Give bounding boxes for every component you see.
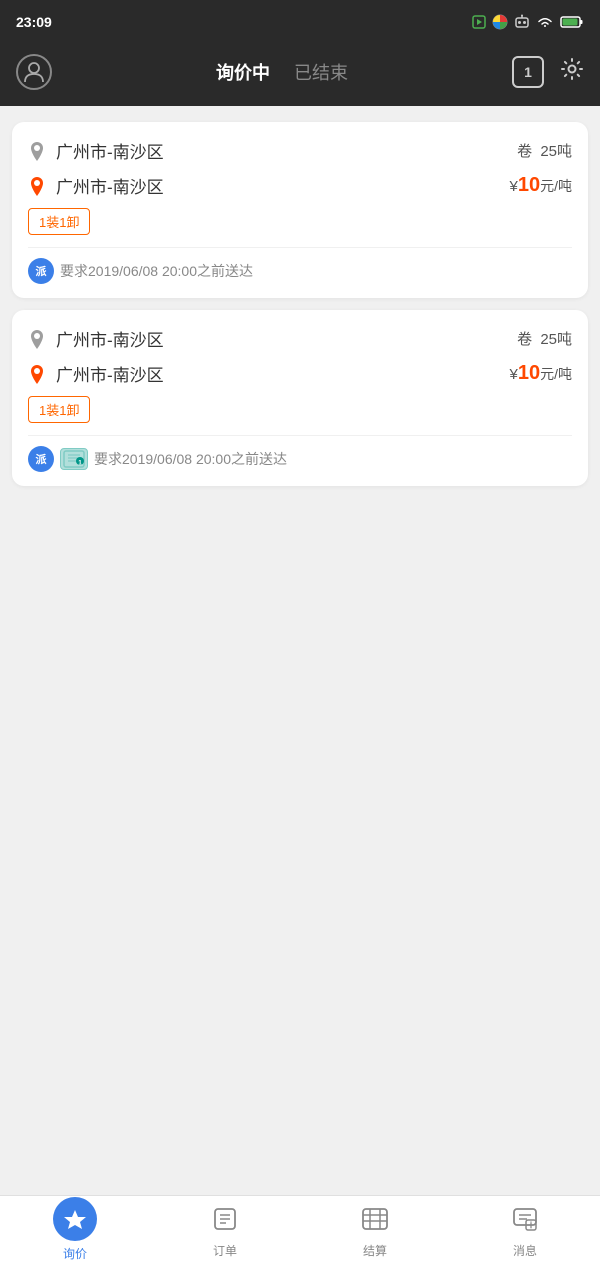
status-bar-left: 23:09 — [16, 14, 52, 30]
header-tabs: 询价中 已结束 — [60, 59, 504, 85]
dispatch-badge-1: 派 — [28, 258, 54, 284]
nav-item-billing[interactable]: 结算 — [345, 1200, 405, 1259]
from-pin-icon — [28, 140, 46, 162]
card1-to-location: 广州市-南沙区 — [28, 173, 164, 198]
to-pin-icon-2 — [28, 363, 46, 385]
card2-tag: 1装1卸 — [28, 396, 90, 423]
wifi-icon — [536, 15, 554, 29]
inquiry-card-1[interactable]: 广州市-南沙区 卷 25吨 广州市-南沙区 ¥10元/吨 — [12, 122, 588, 298]
message-nav-label: 消息 — [513, 1242, 537, 1259]
header: 询价中 已结束 1 — [0, 44, 600, 106]
card2-divider — [28, 435, 572, 436]
card1-to-row: 广州市-南沙区 ¥10元/吨 — [28, 173, 572, 198]
card1-dispatch-text: 要求2019/06/08 20:00之前送达 — [60, 261, 253, 281]
message-nav-icon: i i — [502, 1200, 548, 1238]
dispatch-badge-2: 派 — [28, 446, 54, 472]
card1-tag: 1装1卸 — [28, 208, 90, 235]
card2-from-text: 广州市-南沙区 — [56, 326, 164, 351]
card1-tag-row: 1装1卸 — [28, 208, 572, 235]
billing-nav-label: 结算 — [363, 1242, 387, 1259]
battery-icon — [560, 15, 584, 29]
status-time: 23:09 — [16, 14, 52, 30]
card2-dispatch-text: 要求2019/06/08 20:00之前送达 — [94, 449, 287, 469]
card2-price-info: ¥10元/吨 — [510, 362, 572, 385]
inquiry-card-2[interactable]: 广州市-南沙区 卷 25吨 广州市-南沙区 ¥10元/吨 — [12, 310, 588, 486]
svg-text:i: i — [530, 1222, 532, 1231]
inquiry-nav-label: 询价 — [63, 1245, 87, 1262]
settings-gear-icon[interactable] — [560, 57, 584, 87]
robot-icon — [514, 14, 530, 30]
inquiry-nav-icon — [53, 1197, 97, 1241]
card2-to-row: 广州市-南沙区 ¥10元/吨 — [28, 361, 572, 386]
card1-dispatch-row: 派 要求2019/06/08 20:00之前送达 — [28, 258, 572, 284]
card1-from-row: 广州市-南沙区 卷 25吨 — [28, 138, 572, 163]
notification-badge-icon[interactable]: 1 — [512, 56, 544, 88]
billing-nav-icon — [352, 1200, 398, 1238]
order-nav-icon — [202, 1200, 248, 1238]
card2-from-location: 广州市-南沙区 — [28, 326, 164, 351]
nav-item-order[interactable]: 订单 — [195, 1200, 255, 1259]
card2-to-text: 广州市-南沙区 — [56, 361, 164, 386]
card1-to-text: 广州市-南沙区 — [56, 173, 164, 198]
tab-inquiring[interactable]: 询价中 — [216, 59, 270, 85]
main-content: 广州市-南沙区 卷 25吨 广州市-南沙区 ¥10元/吨 — [0, 106, 600, 1195]
card2-from-row: 广州市-南沙区 卷 25吨 — [28, 326, 572, 351]
order-nav-label: 订单 — [213, 1242, 237, 1259]
bottom-nav: 询价 订单 结算 — [0, 1195, 600, 1267]
notification-card-icon: 1 — [60, 448, 88, 470]
play-icon — [472, 15, 486, 29]
to-pin-icon — [28, 175, 46, 197]
card1-from-text: 广州市-南沙区 — [56, 138, 164, 163]
tab-ended[interactable]: 已结束 — [294, 59, 348, 85]
status-bar: 23:09 — [0, 0, 600, 44]
header-actions: 1 — [512, 56, 584, 88]
nav-item-inquiry[interactable]: 询价 — [45, 1197, 105, 1262]
card2-to-location: 广州市-南沙区 — [28, 361, 164, 386]
card2-dispatch-row: 派 1 要求2019/06/08 20:00之前送达 — [28, 446, 572, 472]
card1-divider — [28, 247, 572, 248]
card2-cargo-info: 卷 25吨 — [513, 328, 572, 349]
card1-from-location: 广州市-南沙区 — [28, 138, 164, 163]
colorful-circle-icon — [492, 14, 508, 30]
card1-cargo-info: 卷 25吨 — [513, 140, 572, 161]
from-pin-icon-2 — [28, 328, 46, 350]
card1-price-info: ¥10元/吨 — [510, 174, 572, 197]
nav-item-message[interactable]: i i 消息 — [495, 1200, 555, 1259]
status-bar-right — [472, 14, 584, 30]
user-avatar-icon[interactable] — [16, 54, 52, 90]
card2-tag-row: 1装1卸 — [28, 396, 572, 423]
